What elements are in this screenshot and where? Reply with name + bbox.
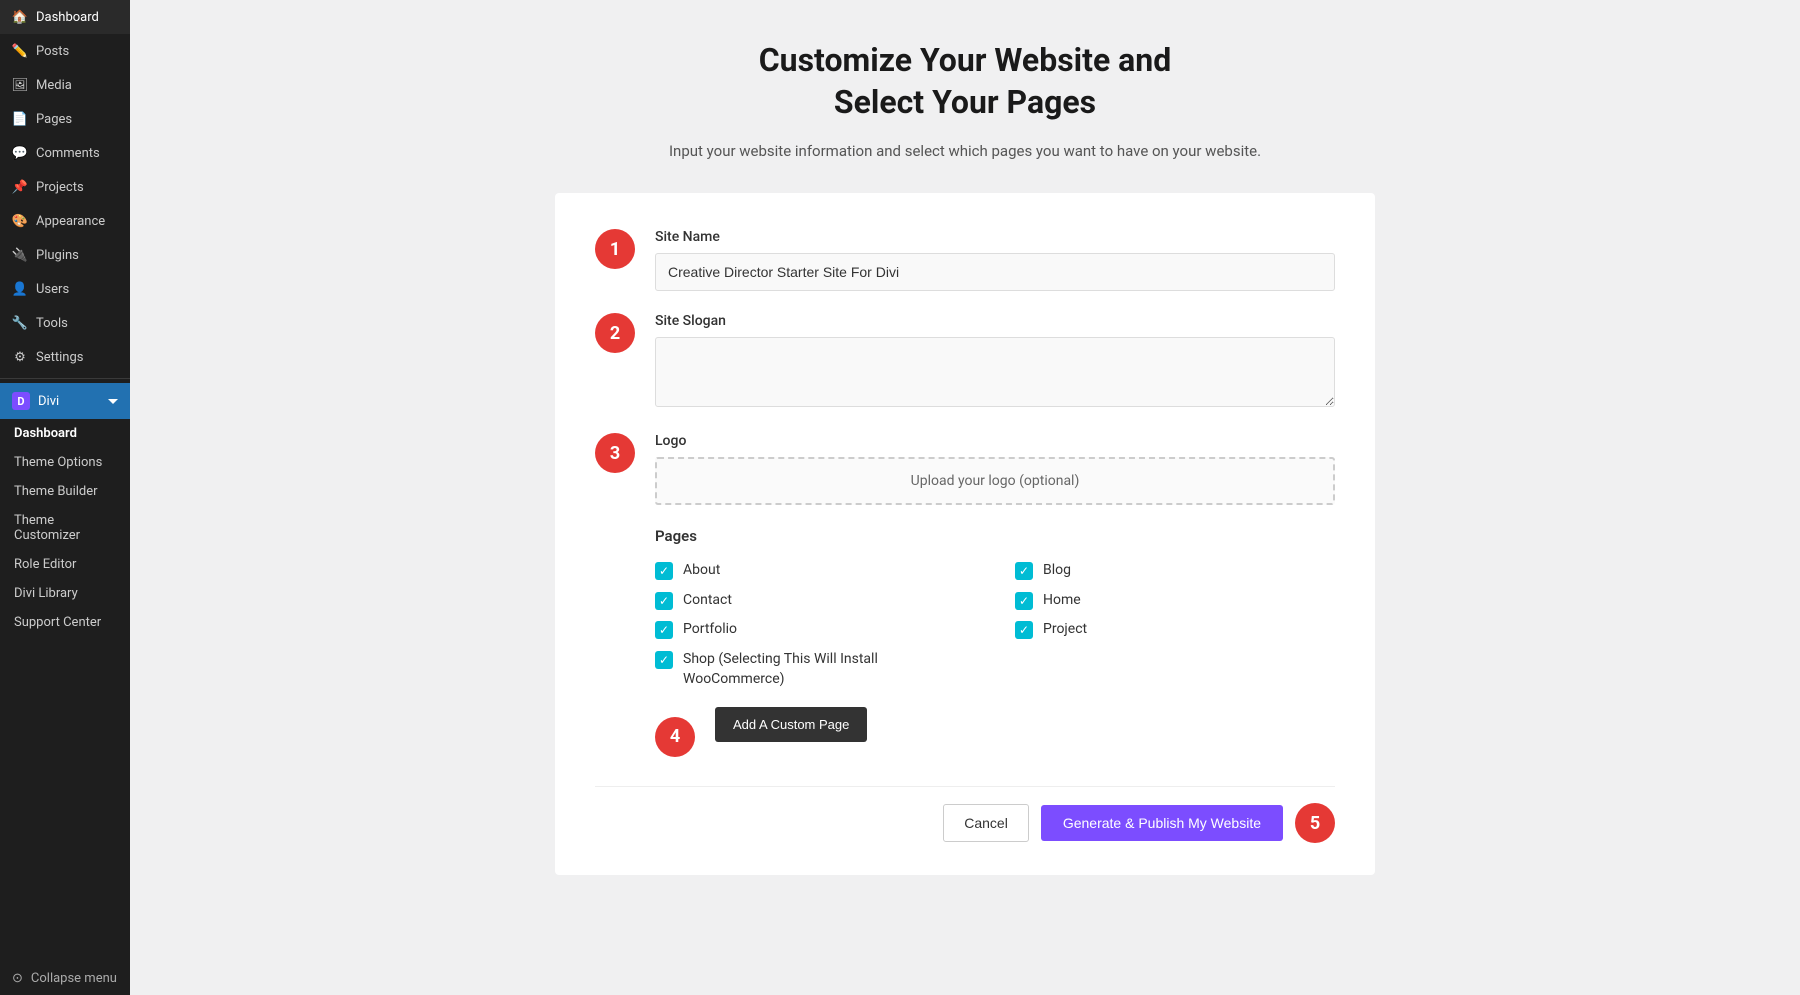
projects-icon: 📌 (12, 179, 28, 195)
step-badge-3: 3 (595, 433, 635, 473)
dashboard-icon: 🏠 (12, 9, 28, 25)
page-label-portfolio: Portfolio (683, 620, 737, 640)
pages-grid: ✓ About ✓ Blog ✓ Contact ✓ (655, 561, 1335, 689)
sidebar: 🏠 Dashboard ✏️ Posts 🖼 Media 📄 Pages 💬 C… (0, 0, 130, 995)
site-slogan-input[interactable] (655, 337, 1335, 407)
settings-icon: ⚙ (12, 349, 28, 365)
check-contact-icon: ✓ (655, 592, 673, 610)
add-custom-page-button[interactable]: Add A Custom Page (715, 707, 867, 742)
logo-upload-area[interactable]: Upload your logo (optional) (655, 457, 1335, 505)
site-name-input[interactable] (655, 253, 1335, 291)
divi-section: D Divi Dashboard Theme Options Theme Bui… (0, 383, 130, 637)
page-label-project: Project (1043, 620, 1087, 640)
page-label-blog: Blog (1043, 561, 1071, 581)
sidebar-item-posts[interactable]: ✏️ Posts (0, 34, 130, 68)
media-icon: 🖼 (12, 77, 28, 93)
publish-button[interactable]: Generate & Publish My Website (1041, 805, 1283, 841)
page-label-shop: Shop (Selecting This Will Install WooCom… (683, 650, 975, 689)
posts-icon: ✏️ (12, 43, 28, 59)
main-content: Customize Your Website and Select Your P… (130, 0, 1800, 995)
sidebar-item-divi-dashboard[interactable]: Dashboard (0, 419, 130, 448)
sidebar-item-settings[interactable]: ⚙ Settings (0, 340, 130, 374)
divi-submenu: Dashboard Theme Options Theme Builder Th… (0, 419, 130, 637)
divi-chevron-icon (108, 399, 118, 404)
page-title: Customize Your Website and Select Your P… (759, 40, 1172, 123)
content-wrapper: Customize Your Website and Select Your P… (555, 40, 1375, 875)
page-checkbox-blog[interactable]: ✓ Blog (1015, 561, 1335, 581)
sidebar-item-role-editor[interactable]: Role Editor (0, 550, 130, 579)
sidebar-item-dashboard[interactable]: 🏠 Dashboard (0, 0, 130, 34)
page-label-home: Home (1043, 591, 1081, 611)
check-project-icon: ✓ (1015, 621, 1033, 639)
page-checkbox-contact[interactable]: ✓ Contact (655, 591, 975, 611)
logo-label: Logo (655, 433, 1335, 449)
divi-logo-icon: D (12, 392, 30, 410)
sidebar-item-plugins[interactable]: 🔌 Plugins (0, 238, 130, 272)
check-blog-icon: ✓ (1015, 562, 1033, 580)
sidebar-item-appearance[interactable]: 🎨 Appearance (0, 204, 130, 238)
comments-icon: 💬 (12, 145, 28, 161)
pages-icon: 📄 (12, 111, 28, 127)
check-shop-icon: ✓ (655, 651, 673, 669)
page-checkbox-portfolio[interactable]: ✓ Portfolio (655, 620, 975, 640)
site-slogan-label: Site Slogan (655, 313, 1335, 329)
tools-icon: 🔧 (12, 315, 28, 331)
users-icon: 👤 (12, 281, 28, 297)
page-checkbox-about[interactable]: ✓ About (655, 561, 975, 581)
pages-section-label: Pages (655, 527, 1335, 545)
page-label-contact: Contact (683, 591, 732, 611)
cancel-button[interactable]: Cancel (943, 804, 1029, 842)
site-name-label: Site Name (655, 229, 1335, 245)
sidebar-divider (0, 378, 130, 379)
sidebar-item-theme-options[interactable]: Theme Options (0, 448, 130, 477)
page-checkbox-project[interactable]: ✓ Project (1015, 620, 1335, 640)
sidebar-item-comments[interactable]: 💬 Comments (0, 136, 130, 170)
step-badge-5: 5 (1295, 803, 1335, 843)
page-label-about: About (683, 561, 720, 581)
appearance-icon: 🎨 (12, 213, 28, 229)
collapse-icon: ⊙ (12, 971, 23, 986)
page-checkbox-shop[interactable]: ✓ Shop (Selecting This Will Install WooC… (655, 650, 975, 689)
sidebar-item-theme-builder[interactable]: Theme Builder (0, 477, 130, 506)
page-subtitle: Input your website information and selec… (669, 139, 1261, 163)
step-badge-4: 4 (655, 717, 695, 757)
check-portfolio-icon: ✓ (655, 621, 673, 639)
form-card: 1 Site Name 2 Site Slogan 3 Logo (555, 193, 1375, 875)
sidebar-item-pages[interactable]: 📄 Pages (0, 102, 130, 136)
page-checkbox-home[interactable]: ✓ Home (1015, 591, 1335, 611)
divi-header[interactable]: D Divi (0, 383, 130, 419)
sidebar-item-projects[interactable]: 📌 Projects (0, 170, 130, 204)
plugins-icon: 🔌 (12, 247, 28, 263)
check-about-icon: ✓ (655, 562, 673, 580)
step-badge-1: 1 (595, 229, 635, 269)
sidebar-item-tools[interactable]: 🔧 Tools (0, 306, 130, 340)
collapse-menu-button[interactable]: ⊙ Collapse menu (0, 962, 130, 995)
sidebar-item-divi-library[interactable]: Divi Library (0, 579, 130, 608)
card-footer: Cancel Generate & Publish My Website 5 (595, 786, 1335, 843)
sidebar-item-theme-customizer[interactable]: Theme Customizer (0, 506, 130, 550)
step-badge-2: 2 (595, 313, 635, 353)
sidebar-item-media[interactable]: 🖼 Media (0, 68, 130, 102)
check-home-icon: ✓ (1015, 592, 1033, 610)
sidebar-item-support-center[interactable]: Support Center (0, 608, 130, 637)
sidebar-item-users[interactable]: 👤 Users (0, 272, 130, 306)
